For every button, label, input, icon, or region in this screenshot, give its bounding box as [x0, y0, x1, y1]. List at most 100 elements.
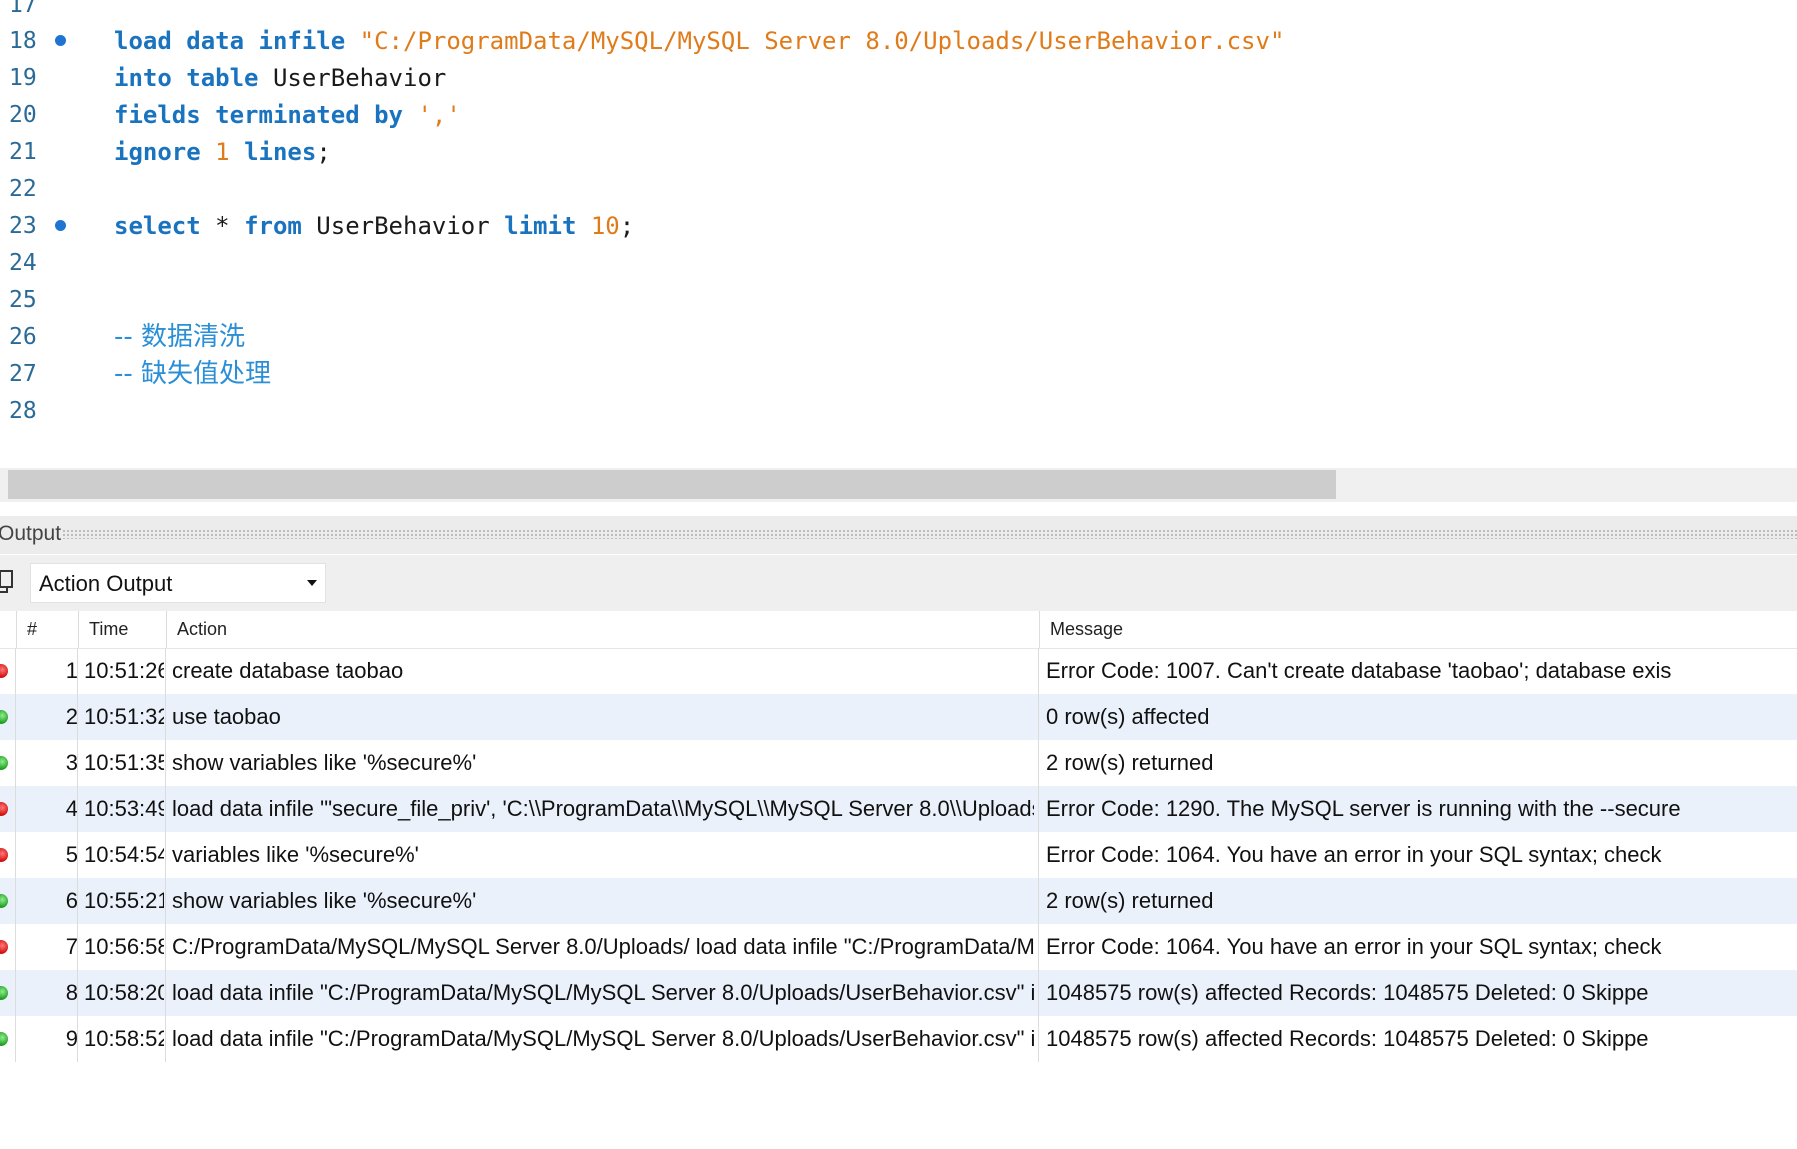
table-row[interactable]: 6 10:55:21 show variables like '%secure%' 2… — [0, 878, 1797, 924]
column-divider — [1038, 832, 1039, 878]
column-header-time[interactable]: Time — [78, 611, 166, 648]
row-time: 10:51:35 — [84, 750, 164, 775]
scrollbar-thumb[interactable] — [8, 470, 1336, 499]
line-number: 19 — [9, 65, 37, 91]
sql-token: * — [200, 212, 245, 240]
column-divider — [1038, 694, 1039, 740]
code-line[interactable]: 27 -- 缺失值处理 — [0, 353, 1797, 395]
column-divider — [1038, 878, 1039, 924]
column-divider — [165, 786, 166, 832]
column-divider — [165, 694, 166, 740]
line-number: 25 — [9, 287, 37, 313]
sql-token: UserBehavior — [258, 64, 447, 92]
code-line[interactable]: 23 select * from UserBehavior limit 10; — [0, 205, 1797, 247]
row-time: 10:58:20 — [84, 980, 164, 1005]
row-number: 1 — [65, 658, 78, 683]
sql-number: 1 — [215, 138, 230, 166]
row-number: 3 — [65, 750, 78, 775]
table-row[interactable]: 9 10:58:52 load data infile "C:/ProgramDat… — [0, 1016, 1797, 1062]
row-action: load data infile '"secure_file_priv', 'C… — [172, 796, 1034, 821]
action-output-grid: # Time Action Message 1 10:51:26 create da… — [0, 611, 1797, 1149]
table-row[interactable]: 3 10:51:35 show variables like '%secure%' 2… — [0, 740, 1797, 786]
copy-icon[interactable] — [0, 570, 14, 594]
panel-resize-grip[interactable] — [62, 529, 1797, 539]
row-time: 10:55:21 — [84, 888, 164, 913]
table-row[interactable]: 8 10:58:20 load data infile "C:/ProgramDat… — [0, 970, 1797, 1016]
sql-editor[interactable]: 17 18 load data infile "C:/ProgramData/MyS… — [0, 0, 1797, 468]
column-divider — [77, 832, 78, 878]
code-line[interactable]: 18 load data infile "C:/ProgramData/MySQL… — [0, 20, 1797, 62]
column-divider — [15, 1016, 16, 1062]
row-action: variables like '%secure%' — [172, 842, 419, 867]
row-number: 9 — [65, 1026, 78, 1051]
row-action: load data infile "C:/ProgramData/MySQL/M… — [172, 980, 1034, 1005]
sql-token: ; — [619, 212, 635, 240]
code-line[interactable]: 20 fields terminated by ',' — [0, 94, 1797, 136]
column-divider — [165, 924, 166, 970]
row-action: show variables like '%secure%' — [172, 888, 477, 913]
column-divider — [1038, 648, 1039, 694]
row-action: use taobao — [172, 704, 281, 729]
statement-marker-icon[interactable] — [55, 220, 66, 231]
error-status-icon — [0, 848, 8, 862]
output-panel-title: Output — [0, 522, 62, 545]
row-action: show variables like '%secure%' — [172, 750, 477, 775]
code-line[interactable]: 26 -- 数据清洗 — [0, 316, 1797, 358]
sql-keyword: select — [114, 212, 201, 240]
sql-keyword: into table — [114, 64, 259, 92]
column-divider — [165, 970, 166, 1016]
column-divider — [77, 924, 78, 970]
column-divider — [1038, 924, 1039, 970]
error-status-icon — [0, 940, 8, 954]
column-divider — [77, 786, 78, 832]
code-text: -- 数据清洗 — [114, 316, 245, 358]
success-status-icon — [0, 894, 8, 908]
column-header-message[interactable]: Message — [1039, 611, 1797, 648]
column-divider — [1038, 970, 1039, 1016]
column-header-number[interactable]: # — [16, 611, 76, 648]
table-row[interactable]: 5 10:54:54 variables like '%secure%' Error … — [0, 832, 1797, 878]
code-line[interactable]: 25 — [0, 279, 1797, 321]
column-divider — [77, 740, 78, 786]
table-row[interactable]: 4 10:53:49 load data infile '"secure_file_… — [0, 786, 1797, 832]
output-type-dropdown[interactable]: Action Output — [30, 563, 326, 603]
line-number: 22 — [9, 176, 37, 202]
code-text: fields terminated by ',' — [114, 94, 461, 136]
row-number: 2 — [65, 704, 78, 729]
statement-marker-icon[interactable] — [55, 35, 66, 46]
column-divider — [15, 786, 16, 832]
row-time: 10:51:26 — [84, 658, 164, 683]
code-line[interactable]: 28 — [0, 390, 1797, 432]
sql-keyword: fields terminated by — [114, 101, 403, 129]
row-message: Error Code: 1007. Can't create database … — [1046, 658, 1672, 683]
table-row[interactable]: 1 10:51:26 create database taobao Error Cod… — [0, 648, 1797, 694]
sql-comment: -- 缺失值处理 — [114, 359, 272, 389]
code-line[interactable]: 21 ignore 1 lines; — [0, 131, 1797, 173]
column-divider — [165, 648, 166, 694]
code-line[interactable]: 22 — [0, 168, 1797, 210]
sql-keyword: limit — [504, 212, 577, 240]
row-message: 1048575 row(s) affected Records: 1048575… — [1046, 1026, 1649, 1051]
row-time: 10:54:54 — [84, 842, 164, 867]
column-divider — [165, 740, 166, 786]
code-text: -- 缺失值处理 — [114, 353, 271, 395]
code-line[interactable]: 24 — [0, 242, 1797, 284]
sql-keyword: ignore — [114, 138, 201, 166]
line-number: 26 — [9, 324, 37, 350]
code-text: ignore 1 lines; — [114, 131, 331, 173]
row-action: C:/ProgramData/MySQL/MySQL Server 8.0/Up… — [172, 934, 1034, 959]
editor-horizontal-scrollbar[interactable] — [0, 468, 1797, 502]
row-message: Error Code: 1290. The MySQL server is ru… — [1046, 796, 1681, 821]
table-row[interactable]: 7 10:56:58 C:/ProgramData/MySQL/MySQL Serv… — [0, 924, 1797, 970]
line-number: 23 — [9, 213, 37, 239]
column-divider — [15, 970, 16, 1016]
row-number: 6 — [65, 888, 78, 913]
row-number: 7 — [65, 934, 78, 959]
column-header-action[interactable]: Action — [166, 611, 1038, 648]
table-row[interactable]: 2 10:51:32 use taobao 0 row(s) affected — [0, 694, 1797, 740]
code-line[interactable]: 19 into table UserBehavior — [0, 57, 1797, 99]
success-status-icon — [0, 1032, 8, 1046]
